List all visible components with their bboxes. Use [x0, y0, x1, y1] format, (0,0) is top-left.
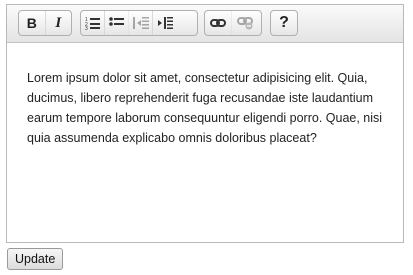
help-icon: ?: [279, 14, 289, 31]
help-button[interactable]: ?: [271, 11, 297, 35]
rich-text-editor: B I 1 2 3 ? Lorem ipsum dolor sit amet, …: [6, 4, 404, 243]
link-button[interactable]: [205, 11, 231, 35]
bulleted-list-icon: [108, 17, 124, 26]
numbered-list-button[interactable]: 1 2 3: [81, 11, 104, 35]
italic-button[interactable]: I: [44, 11, 72, 35]
text-style-group: B I: [18, 10, 72, 36]
numbered-list-icon: 1 2 3: [85, 17, 100, 30]
outdent-button[interactable]: [128, 11, 152, 35]
bold-icon: B: [26, 15, 37, 31]
editor-content[interactable]: Lorem ipsum dolor sit amet, consectetur …: [27, 68, 389, 148]
outdent-icon: [132, 17, 149, 29]
bold-button[interactable]: B: [19, 11, 45, 35]
link-icon: [210, 19, 226, 27]
unlink-icon: [237, 17, 253, 30]
help-group: ?: [270, 10, 298, 36]
editor-toolbar: B I 1 2 3 ?: [7, 5, 403, 43]
indent-icon: [157, 17, 173, 29]
link-group: [204, 10, 262, 36]
update-button[interactable]: Update: [7, 248, 64, 270]
bulleted-list-button[interactable]: [104, 11, 128, 35]
list-group: 1 2 3: [80, 10, 198, 36]
svg-text:3: 3: [85, 26, 88, 30]
italic-icon: I: [55, 14, 62, 31]
unlink-button[interactable]: [231, 11, 258, 35]
indent-button[interactable]: [152, 11, 176, 35]
